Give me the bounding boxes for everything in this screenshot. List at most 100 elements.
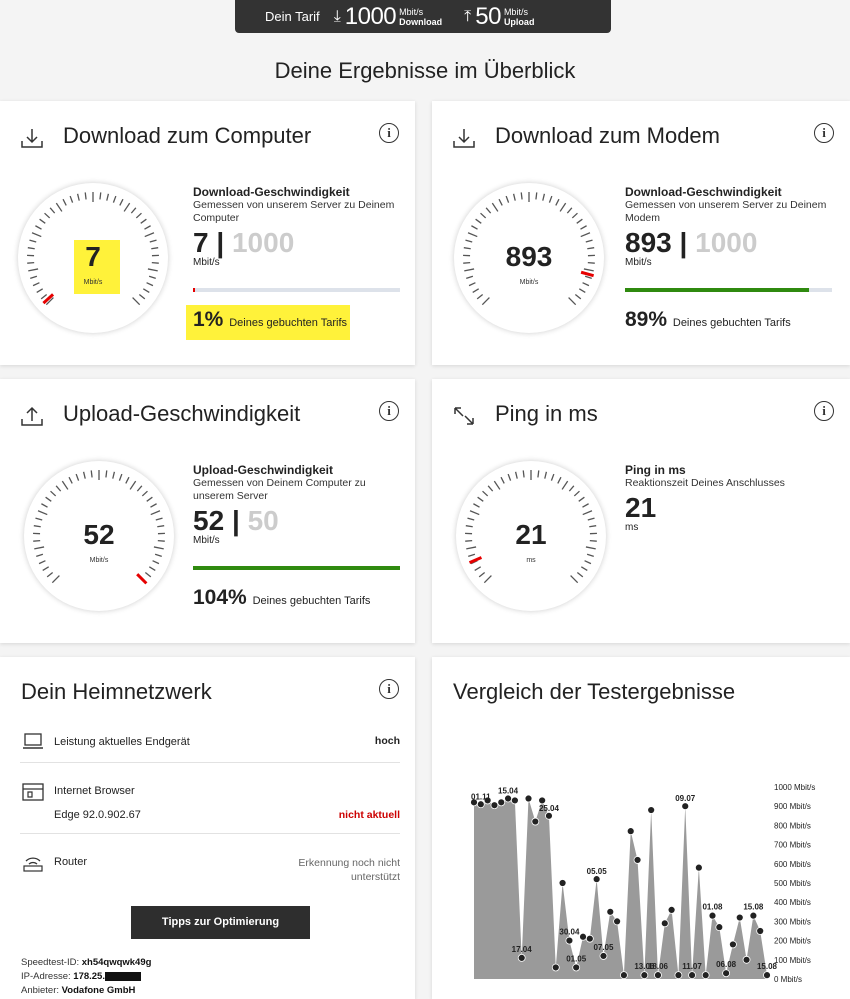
metric-values: 21	[625, 492, 657, 523]
info-icon[interactable]: i	[379, 123, 399, 143]
chart-point	[674, 971, 683, 980]
chart-date-label: 09.07	[675, 794, 696, 803]
progress-fill	[193, 566, 400, 570]
gauge-tick	[491, 202, 499, 212]
gauge-value: 893	[505, 241, 553, 272]
gauge-tick	[469, 510, 480, 516]
percent-of-tariff: 104% Deines gebuchten Tarifs	[193, 586, 371, 609]
y-tick-label: 600 Mbit/s	[774, 860, 811, 869]
chart-point	[626, 827, 635, 836]
chart-point	[585, 934, 594, 943]
gauge-tick	[31, 232, 42, 238]
gauge-tick	[467, 232, 478, 238]
chart-point	[490, 801, 499, 810]
gauge-tick	[557, 476, 562, 484]
info-icon[interactable]: i	[379, 401, 399, 421]
gauge-tick	[483, 575, 492, 584]
gauge-tick	[580, 225, 587, 230]
percent-of-tariff: 89% Deines gebuchten Tarifs	[625, 308, 791, 331]
info-icon[interactable]: i	[814, 401, 834, 421]
chart-date-label: 17.04	[512, 945, 533, 954]
chart-point	[701, 971, 710, 980]
redaction-box	[104, 971, 141, 981]
gauge-tick	[493, 480, 501, 490]
gauge-tick	[75, 473, 80, 481]
gauge-tick	[574, 294, 582, 300]
speed-gauge: 893 Mbit/s	[454, 183, 604, 333]
upload-icon	[21, 406, 43, 426]
chart-point	[708, 911, 717, 920]
gauge-tick	[550, 473, 555, 481]
chart-point	[504, 794, 512, 803]
gauge-tick	[480, 212, 487, 219]
gauge-tick	[69, 195, 74, 203]
gauge-tick	[144, 225, 151, 230]
provider: Anbieter: Vodafone GmbH	[21, 985, 136, 996]
gauge-tick	[571, 212, 578, 219]
chart-point	[749, 911, 758, 920]
gauge-tick	[112, 471, 116, 479]
gauge-tick	[148, 566, 156, 572]
gauge-tick	[485, 207, 492, 214]
gauge-tick	[568, 297, 577, 306]
progress-bar	[193, 288, 400, 292]
optimization-tips-button[interactable]: Tipps zur Optimierung	[131, 906, 310, 939]
chart-point	[551, 963, 560, 972]
gauge-tick	[559, 202, 567, 212]
gauge-tick	[55, 202, 63, 212]
speedtest-id: Speedtest-ID: xh54qwqwk49g	[21, 957, 152, 968]
gauge-tick	[144, 232, 155, 238]
gauge-tick	[150, 503, 157, 508]
y-tick-label: 900 Mbit/s	[774, 802, 811, 811]
tarif-download-unit: Mbit/s Download	[399, 6, 443, 27]
gauge-tick	[500, 476, 505, 484]
gauge-tick	[112, 195, 117, 203]
chart-point	[647, 806, 656, 814]
metric-unit: ms	[625, 522, 639, 533]
chart-point	[565, 936, 574, 945]
gauge-tick	[82, 471, 86, 479]
gauge-tick	[105, 470, 108, 478]
chart-point	[497, 798, 506, 807]
gauge-tick	[471, 225, 478, 230]
chart-point	[715, 923, 724, 932]
gauge-tick	[548, 195, 553, 203]
gauge-tick	[140, 218, 147, 224]
gauge-tick	[142, 288, 150, 294]
gauge-tick	[535, 192, 538, 200]
download-icon	[21, 129, 43, 148]
gauge-tick	[578, 496, 585, 502]
gauge-tick	[136, 485, 143, 492]
metric-values: 893 | 1000	[625, 227, 758, 258]
chart-point	[531, 817, 540, 826]
metric-subtitle: Gemessen von unserem Server zu Deinem Mo…	[625, 199, 827, 224]
tarif-download-value: 1000	[344, 2, 397, 30]
measured-value: 7	[193, 227, 209, 258]
gauge-unit: Mbit/s	[83, 279, 103, 286]
chart-point	[694, 863, 703, 872]
info-icon[interactable]: i	[814, 123, 834, 143]
gauge-tick	[51, 575, 60, 584]
gauge-unit: Mbit/s	[519, 279, 539, 286]
gauge-tick	[476, 294, 484, 300]
chart-point	[510, 796, 519, 805]
gauge-tick	[46, 572, 54, 578]
row-label: Router	[54, 856, 88, 868]
gauge-tick	[473, 503, 480, 508]
gauge-tick	[39, 218, 46, 224]
chart-point	[660, 919, 669, 928]
chart-date-label: 11.07	[682, 962, 702, 971]
chart-point	[517, 953, 526, 962]
row-label: Internet Browser	[54, 785, 135, 797]
chart-point	[640, 971, 649, 980]
gauge-tick	[544, 471, 548, 479]
tariff-value: 1000	[231, 227, 295, 258]
browser-version: Edge 92.0.902.67	[54, 809, 141, 821]
row-value[interactable]: nicht aktuell	[339, 809, 400, 821]
gauge-tick	[35, 225, 42, 230]
y-tick-label: 0 Mbit/s	[774, 975, 802, 984]
gauge-unit: ms	[526, 557, 536, 564]
chart-point	[633, 856, 642, 864]
info-icon[interactable]: i	[379, 679, 399, 699]
gauge-needle	[136, 573, 148, 585]
